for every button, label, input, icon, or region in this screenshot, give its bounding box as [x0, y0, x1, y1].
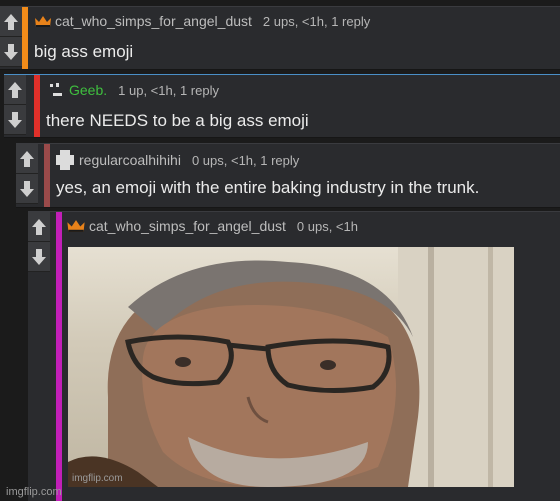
- upvote-button[interactable]: [0, 7, 22, 37]
- crown-icon: [66, 219, 86, 233]
- comment-username[interactable]: Geeb.: [69, 82, 107, 98]
- vote-controls: [4, 75, 26, 135]
- downvote-button[interactable]: [0, 37, 22, 67]
- arrow-up-icon: [20, 150, 34, 167]
- downvote-button[interactable]: [28, 242, 50, 272]
- arrow-up-icon: [4, 13, 18, 30]
- image-watermark: imgflip.com: [72, 473, 123, 484]
- comment-3: regularcoalhihihi 0 ups, <1h, 1 reply ye…: [16, 143, 560, 208]
- comment-1: cat_who_simps_for_angel_dust 2 ups, <1h,…: [0, 6, 560, 70]
- comment-username[interactable]: regularcoalhihihi: [79, 152, 181, 168]
- thread-accent-bar: [56, 212, 62, 501]
- comment-meta: regularcoalhihihi 0 ups, <1h, 1 reply: [54, 150, 299, 170]
- comment-username[interactable]: cat_who_simps_for_angel_dust: [89, 218, 286, 234]
- crown-icon: [34, 15, 52, 28]
- comment-stats: 2 ups, <1h, 1 reply: [262, 13, 371, 29]
- arrow-down-icon: [32, 248, 46, 265]
- arrow-up-icon: [32, 218, 46, 235]
- comment-image[interactable]: imgflip.com: [68, 247, 514, 487]
- comment-text: yes, an emoji with the entire baking ind…: [56, 178, 480, 197]
- arrow-down-icon: [8, 111, 22, 128]
- comment-text: there NEEDS to be a big ass emoji: [46, 111, 309, 130]
- vote-controls: [16, 144, 38, 204]
- pixel-face-icon: [48, 81, 66, 99]
- comment-username[interactable]: cat_who_simps_for_angel_dust: [55, 13, 252, 29]
- comment-stats: 1 up, <1h, 1 reply: [118, 82, 219, 98]
- downvote-button[interactable]: [16, 174, 38, 204]
- page-watermark: imgflip.com: [6, 486, 62, 498]
- thread-accent-bar: [22, 7, 28, 69]
- comment-2: Geeb. 1 up, <1h, 1 reply there NEEDS to …: [4, 74, 560, 138]
- thread-accent-bar: [34, 75, 40, 137]
- comment-stats: 0 ups, <1h: [296, 218, 358, 234]
- comment-stats: 0 ups, <1h, 1 reply: [191, 152, 300, 168]
- arrow-down-icon: [4, 43, 18, 60]
- comment-4: cat_who_simps_for_angel_dust 0 ups, <1h …: [28, 211, 560, 501]
- comment-meta: cat_who_simps_for_angel_dust 0 ups, <1h: [66, 218, 358, 234]
- man-with-glasses-photo-icon: [68, 247, 514, 487]
- downvote-button[interactable]: [4, 105, 26, 135]
- arrow-down-icon: [20, 180, 34, 197]
- vote-controls: [0, 7, 22, 67]
- upvote-button[interactable]: [16, 144, 38, 174]
- comment-text: big ass emoji: [34, 42, 134, 61]
- vote-controls: [28, 212, 50, 272]
- comment-meta: Geeb. 1 up, <1h, 1 reply: [48, 81, 219, 99]
- blocky-avatar-icon: [54, 150, 76, 170]
- thread-accent-bar: [44, 144, 50, 207]
- comment-meta: cat_who_simps_for_angel_dust 2 ups, <1h,…: [34, 13, 370, 29]
- upvote-button[interactable]: [4, 75, 26, 105]
- upvote-button[interactable]: [28, 212, 50, 242]
- arrow-up-icon: [8, 81, 22, 98]
